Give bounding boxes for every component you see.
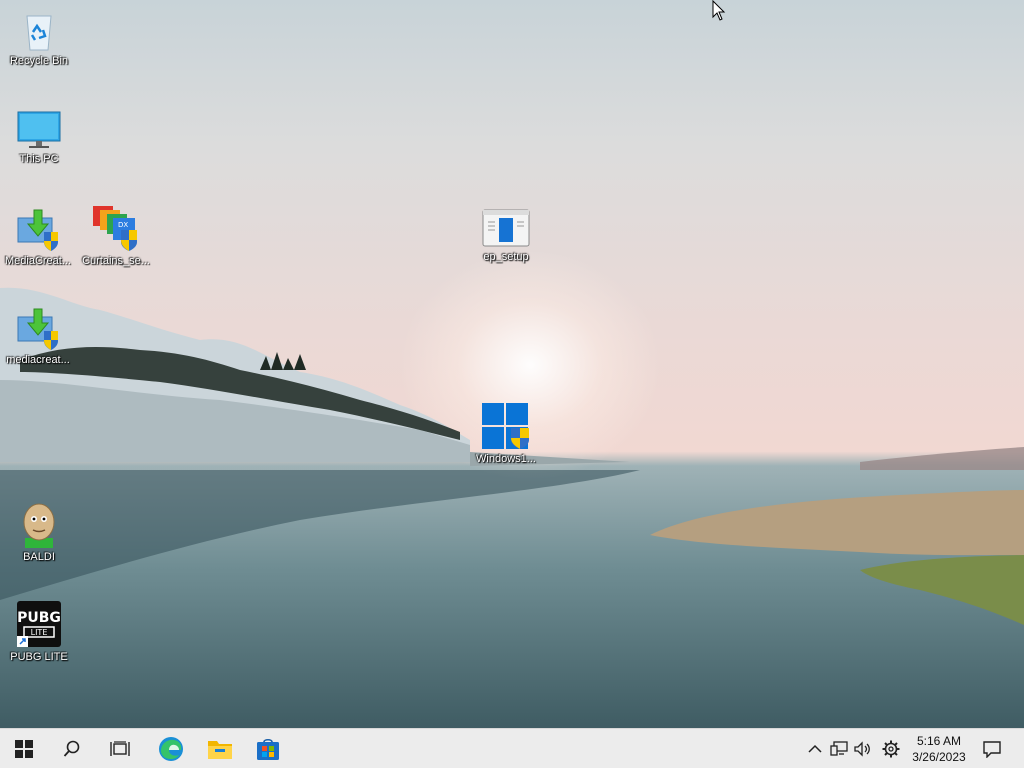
desktop[interactable]: Recycle Bin This PC MediaCreat... DX Cur… [0,0,1024,728]
mouse-cursor-icon [712,0,726,21]
edge-browser-icon [159,737,183,761]
volume-icon [854,741,870,757]
task-view-button[interactable] [97,729,143,769]
volume-tray-button[interactable] [852,729,874,769]
installer-arrow-icon [17,308,58,350]
task-view-icon [110,741,130,756]
settings-gear-icon [882,740,900,758]
desktop-icon-pubg[interactable]: PUBG LITE PUBG LITE [1,600,77,664]
desktop-icon-label: ep_setup [483,251,529,263]
installer-arrow-icon [17,209,58,251]
desktop-icon-label: Windows1... [476,453,536,465]
search-button[interactable] [49,729,95,769]
windows-logo-shield-icon [482,403,529,449]
wallpaper-landscape [0,287,1024,625]
desktop-icon-mediacreat-2[interactable]: mediacreat... [0,307,76,367]
search-icon [63,740,80,757]
network-icon [830,741,848,756]
chevron-up-icon [808,744,822,753]
desktop-icon-label: Recycle Bin [9,55,69,67]
notification-icon [983,740,1001,758]
desktop-icon-curtains[interactable]: DX Curtains_se... [78,204,154,268]
microsoft-store-taskbar-button[interactable] [245,729,291,769]
windows-start-icon [15,740,33,758]
desktop-icon-label: mediacreat... [6,354,70,366]
show-hidden-icons-button[interactable] [804,729,826,769]
svg-text:LITE: LITE [31,628,48,637]
curtains-setup-icon: DX [93,206,137,251]
svg-text:DX: DX [118,221,128,229]
start-button[interactable] [1,729,47,769]
edge-taskbar-button[interactable] [148,729,194,769]
desktop-icon-label: BALDI [23,551,55,563]
file-explorer-taskbar-button[interactable] [197,729,243,769]
desktop-icon-label: PUBG LITE [10,651,68,663]
clock-date: 3/26/2023 [912,750,966,764]
desktop-icon-ep-setup[interactable]: ep_setup [468,208,544,264]
svg-text:PUBG: PUBG [17,610,61,626]
taskbar: 5:16 AM 3/26/2023 [0,728,1024,768]
file-explorer-icon [208,741,232,759]
network-tray-button[interactable] [828,729,850,769]
desktop-icon-label: Curtains_se... [82,255,150,267]
clock-time: 5:16 AM [916,734,962,748]
notification-center-button[interactable] [978,729,1006,769]
baldi-head-icon [23,503,55,548]
desktop-icon-recycle-bin[interactable]: Recycle Bin [1,10,77,68]
desktop-icon-label: MediaCreat... [4,255,72,267]
desktop-icon-this-pc[interactable]: This PC [1,110,77,166]
clock-button[interactable]: 5:16 AM 3/26/2023 [900,729,978,769]
desktop-icon-windows11[interactable]: Windows1... [468,402,544,466]
desktop-icon-label: This PC [19,153,59,165]
window-app-icon [482,209,530,247]
desktop-icon-mediacreat-1[interactable]: MediaCreat... [0,208,76,268]
microsoft-store-icon [257,738,279,760]
monitor-icon [17,111,61,148]
recycle-bin-icon [26,15,52,51]
pubg-lite-icon: PUBG LITE [17,601,61,647]
desktop-icon-baldi[interactable]: BALDI [1,502,77,564]
